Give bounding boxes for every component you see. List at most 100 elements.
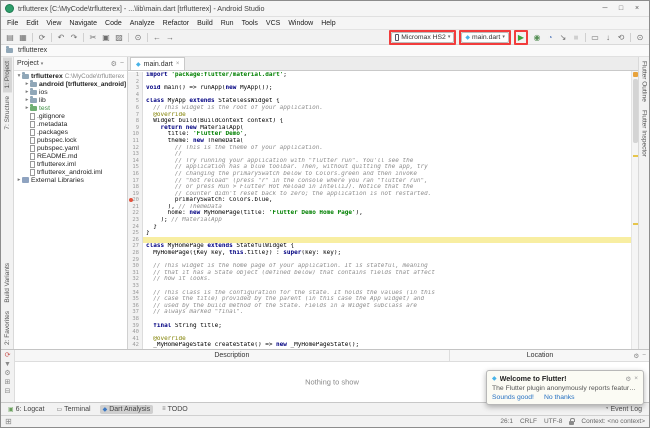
tree-item-lib[interactable]: ▸lib [14,96,127,104]
line-number[interactable]: 31 [128,270,143,277]
toolwindow-button-todo[interactable]: ≡TODO [159,405,191,414]
open-icon[interactable]: ▤ [4,31,16,44]
menu-window[interactable]: Window [284,20,317,27]
code-line-5[interactable]: 5class MyApp extends StatelessWidget { [128,98,638,105]
sync-icon[interactable]: ⟳ [36,31,48,44]
line-number[interactable]: 6 [128,105,143,112]
tree-item-pubspec-lock[interactable]: pubspec.lock [14,136,127,144]
code-line-10[interactable]: 10 title: 'Flutter Demo', [128,131,638,138]
caret-position-widget[interactable]: 26:1 [500,418,513,425]
line-number[interactable]: 5 [128,98,143,105]
gear-icon[interactable]: ⚙ [633,352,639,360]
line-number[interactable]: 11 [128,138,143,145]
line-number[interactable]: 10 [128,131,143,138]
collapse-all-icon[interactable]: ⊟ [5,388,11,396]
hide-panel-icon[interactable]: − [642,352,646,360]
paste-icon[interactable]: ▨ [113,31,125,44]
line-number[interactable]: 38 [128,316,143,323]
breadcrumb[interactable]: trflutterex [18,47,47,54]
line-number[interactable]: 13 [128,151,143,158]
code-line-4[interactable]: 4 [128,92,638,99]
tree-item-metadata[interactable]: .metadata [14,120,127,128]
code-line-31[interactable]: 31 // that it has a State object (define… [128,270,638,277]
code-line-8[interactable]: 8 Widget build(BuildContext context) { [128,118,638,125]
line-number[interactable]: 17 [128,178,143,185]
line-separator-widget[interactable]: CRLF [520,418,537,425]
code-line-27[interactable]: 27class MyHomePage extends StatefulWidge… [128,243,638,250]
code-line-12[interactable]: 12 // This is the theme of your applicat… [128,145,638,152]
close-tab-icon[interactable]: × [176,61,180,67]
context-widget[interactable]: Context: <no context> [581,418,645,425]
toolwindow-toggle-icon[interactable]: ⊞ [5,417,12,426]
line-number[interactable]: 20 [128,197,143,204]
debug-icon[interactable]: ◉ [531,31,543,44]
sync-project-icon[interactable]: ⟲ [615,31,627,44]
code-line-32[interactable]: 32 // how it looks. [128,276,638,283]
line-number[interactable]: 7 [128,112,143,119]
maximize-button[interactable]: □ [613,5,629,12]
tree-item-trflutterex[interactable]: ▾trflutterexC:\MyCode\trflutterex [14,72,127,80]
sdk-manager-icon[interactable]: ↓ [602,31,614,44]
chevron-down-icon[interactable]: ▾ [41,61,44,67]
code-line-11[interactable]: 11 theme: new ThemeData( [128,138,638,145]
code-line-29[interactable]: 29 [128,257,638,264]
run-button[interactable]: ▶ [516,32,526,43]
tree-item-packages[interactable]: .packages [14,128,127,136]
menu-build[interactable]: Build [193,20,217,27]
expand-all-icon[interactable]: ⊞ [5,379,11,387]
code-line-26[interactable]: 26 [128,237,638,244]
code-line-35[interactable]: 35 // case the title) provided by the pa… [128,296,638,303]
menu-vcs[interactable]: VCS [262,20,284,27]
attach-debugger-icon[interactable]: ↘ [557,31,569,44]
line-number[interactable]: 19 [128,191,143,198]
filter-analysis-icon[interactable]: ▼ [4,361,11,369]
toolwindow-button-6-logcat[interactable]: ▣6: Logcat [5,405,47,414]
tree-item-trflutterex-android-iml[interactable]: trflutterex_android.iml [14,168,127,176]
close-button[interactable]: × [629,5,645,12]
avd-manager-icon[interactable]: ▭ [589,31,601,44]
code-line-30[interactable]: 30 // This widget is the home page of yo… [128,263,638,270]
code-line-14[interactable]: 14 // Try running your application with … [128,158,638,165]
line-number[interactable]: 9 [128,125,143,132]
code-line-40[interactable]: 40 [128,329,638,336]
stripe-button-flutter-inspector[interactable]: Flutter Inspector [640,106,649,161]
tree-item-readme-md[interactable]: README.md [14,152,127,160]
line-number[interactable]: 26 [128,237,143,244]
code-line-34[interactable]: 34 // This class is the configuration fo… [128,290,638,297]
line-number[interactable]: 14 [128,158,143,165]
menu-navigate[interactable]: Navigate [65,20,101,27]
line-number[interactable]: 22 [128,210,143,217]
forward-icon[interactable]: → [164,31,176,44]
menu-tools[interactable]: Tools [238,20,262,27]
menu-edit[interactable]: Edit [22,20,42,27]
readonly-lock-icon[interactable] [569,421,574,425]
tree-item-pubspec-yaml[interactable]: pubspec.yaml [14,144,127,152]
code-line-25[interactable]: 25} [128,230,638,237]
code-line-18[interactable]: 18 // or press Run > Flutter Hot Reload … [128,184,638,191]
line-number[interactable]: 29 [128,257,143,264]
toolwindow-button-terminal[interactable]: ▭Terminal [53,405,93,414]
code-line-28[interactable]: 28 MyHomePage({Key key, this.title}) : s… [128,250,638,257]
tree-item-gitignore[interactable]: .gitignore [14,112,127,120]
close-notification-icon[interactable]: × [634,375,638,382]
tree-item-external-libraries[interactable]: ▸External Libraries [14,176,127,184]
profile-icon[interactable]: ◔ [544,31,556,44]
tree-item-ios[interactable]: ▸ios [14,88,127,96]
line-number[interactable]: 16 [128,171,143,178]
code-line-23[interactable]: 23 ); // MaterialApp [128,217,638,224]
code-line-7[interactable]: 7 @override [128,112,638,119]
undo-icon[interactable]: ↶ [55,31,67,44]
menu-refactor[interactable]: Refactor [159,20,193,27]
run-config-selector[interactable]: ◆ main.dart ▾ [461,32,508,43]
line-number[interactable]: 40 [128,329,143,336]
cut-icon[interactable]: ✂ [87,31,99,44]
line-number[interactable]: 15 [128,164,143,171]
back-icon[interactable]: ← [151,31,163,44]
tree-item-android[interactable]: ▸android[trflutterex_android] [14,80,127,88]
menu-code[interactable]: Code [101,20,126,27]
code-line-19[interactable]: 19 // counter didn't reset back to zero;… [128,191,638,198]
code-line-6[interactable]: 6 // This widget is the root of your app… [128,105,638,112]
line-number[interactable]: 27 [128,243,143,250]
line-number[interactable]: 35 [128,296,143,303]
sounds-good-link[interactable]: Sounds good! [492,394,534,401]
